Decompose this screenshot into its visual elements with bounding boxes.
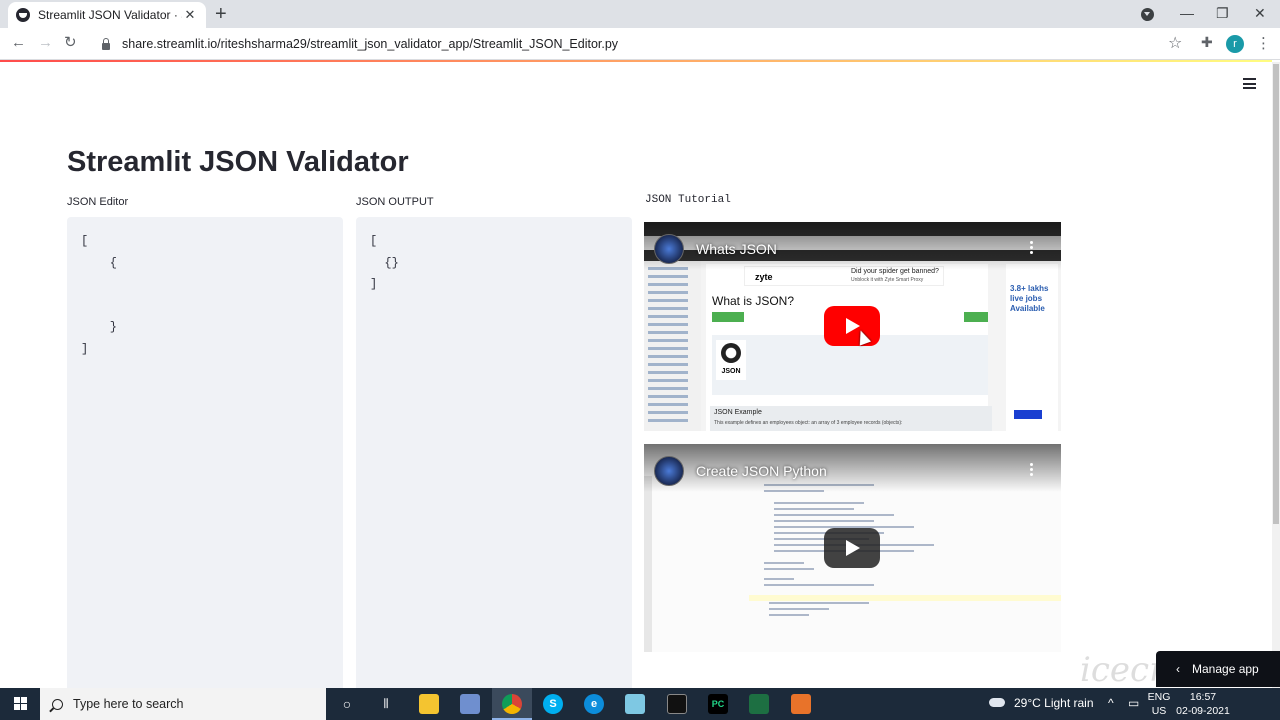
play-button-icon[interactable]: [824, 528, 880, 568]
tab-search-icon[interactable]: [1141, 8, 1154, 21]
channel-avatar[interactable]: [654, 234, 684, 264]
taskbar-clock[interactable]: 16:57 02-09-2021: [1172, 690, 1234, 718]
video-create-json-python[interactable]: Create JSON Python: [644, 444, 1061, 652]
reload-icon[interactable]: ↻: [64, 34, 77, 52]
edge-icon[interactable]: e: [584, 694, 604, 714]
play-button-icon[interactable]: [824, 306, 880, 346]
streamlit-app: Streamlit JSON Validator JSON Editor [ {…: [0, 62, 1272, 688]
video-title-bar: Whats JSON: [654, 234, 777, 264]
streamlit-favicon-icon: [16, 8, 30, 22]
browser-tab-strip: Streamlit JSON Validator · Stream ✕ + — …: [0, 0, 1280, 28]
video-frame-example: JSON Example This example defines an emp…: [710, 406, 992, 431]
browser-toolbar: ← → ↻ share.streamlit.io/riteshsharma29/…: [0, 28, 1280, 60]
new-tab-button[interactable]: +: [215, 4, 227, 24]
cortana-icon[interactable]: ○: [337, 694, 357, 714]
video-title-bar: Create JSON Python: [654, 456, 827, 486]
excel-icon[interactable]: [749, 694, 769, 714]
pycharm-icon[interactable]: PC: [708, 694, 728, 714]
minimize-icon[interactable]: —: [1180, 4, 1194, 22]
url-text: share.streamlit.io/riteshsharma29/stream…: [122, 37, 619, 51]
video-title[interactable]: Whats JSON: [696, 241, 777, 257]
json-editor-label: JSON Editor: [67, 196, 129, 208]
manage-app-label: Manage app: [1192, 662, 1259, 676]
json-editor-textarea[interactable]: [ { } ]: [67, 217, 343, 688]
task-view-icon[interactable]: ⫼: [376, 694, 396, 714]
json-output-display: [ {} ]: [356, 217, 632, 688]
language-indicator[interactable]: ENG US: [1146, 690, 1172, 718]
video-frame-heading: What is JSON?: [712, 294, 795, 308]
search-icon: [52, 698, 63, 710]
video-more-icon[interactable]: [1030, 463, 1033, 477]
manage-app-button[interactable]: ‹ Manage app: [1156, 651, 1280, 687]
video-more-icon[interactable]: [1030, 241, 1033, 255]
address-bar[interactable]: share.streamlit.io/riteshsharma29/stream…: [88, 31, 1192, 57]
json-tutorial-label: JSON Tutorial: [645, 194, 731, 206]
tab-title: Streamlit JSON Validator · Stream: [38, 8, 182, 22]
skype-icon[interactable]: S: [543, 694, 563, 714]
recorder-icon[interactable]: [791, 694, 811, 714]
window-close-icon[interactable]: ✕: [1254, 4, 1266, 22]
page-scrollbar-thumb[interactable]: [1273, 64, 1279, 524]
json-output-label: JSON OUTPUT: [356, 196, 434, 208]
forward-icon[interactable]: →: [38, 34, 53, 52]
tray-chevron-icon[interactable]: ^: [1108, 696, 1114, 710]
weather-text[interactable]: 29°C Light rain: [1014, 696, 1094, 710]
browser-tab[interactable]: Streamlit JSON Validator · Stream ✕: [8, 2, 206, 28]
page-title: Streamlit JSON Validator: [67, 146, 409, 178]
extensions-icon[interactable]: ✚: [1201, 34, 1213, 51]
windows-taskbar: Type here to search ○ ⫼ S e PC 29°C Ligh…: [0, 688, 1280, 720]
browser-menu-icon[interactable]: ⋮: [1256, 34, 1271, 52]
star-icon[interactable]: ☆: [1168, 33, 1182, 53]
chevron-left-icon: ‹: [1176, 662, 1180, 676]
lock-icon[interactable]: [102, 37, 110, 50]
weather-icon: [989, 698, 1005, 707]
app-icon[interactable]: [460, 694, 480, 714]
taskbar-search[interactable]: Type here to search: [40, 688, 326, 720]
hamburger-menu-icon[interactable]: [1243, 78, 1256, 89]
network-icon[interactable]: ▭: [1128, 696, 1139, 710]
windows-start-icon[interactable]: [14, 697, 28, 711]
video-frame-prev: [712, 312, 744, 322]
notepad-icon[interactable]: [625, 694, 645, 714]
terminal-icon[interactable]: [667, 694, 687, 714]
chrome-icon[interactable]: [502, 694, 522, 714]
taskbar-search-placeholder: Type here to search: [73, 697, 184, 711]
file-explorer-icon[interactable]: [419, 694, 439, 714]
restore-icon[interactable]: ❐: [1216, 4, 1229, 22]
channel-avatar[interactable]: [654, 456, 684, 486]
video-frame-right-ad: 3.8+ lakhs live jobs Available: [1006, 264, 1058, 431]
video-title[interactable]: Create JSON Python: [696, 463, 827, 479]
back-icon[interactable]: ←: [11, 34, 26, 52]
json-logo: JSON: [716, 340, 746, 380]
video-frame-next: [964, 312, 988, 322]
video-frame-sidebar: [644, 261, 701, 431]
tab-close-icon[interactable]: ✕: [182, 7, 198, 23]
video-whats-json[interactable]: zyte Did your spider get banned? Unblock…: [644, 222, 1061, 431]
profile-avatar[interactable]: r: [1226, 35, 1244, 53]
